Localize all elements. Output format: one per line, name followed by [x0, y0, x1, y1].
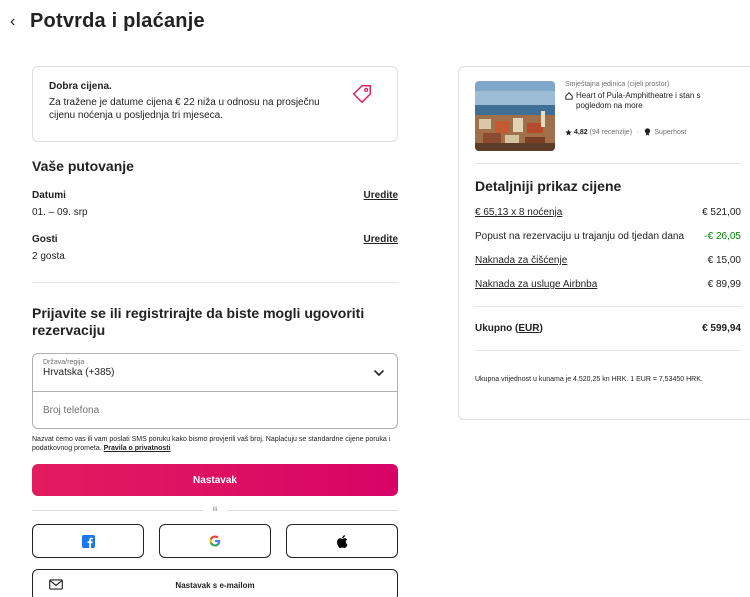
chevron-down-icon [374, 370, 384, 376]
listing-rating: 4,82 [574, 128, 588, 136]
price-row-nights: € 65,13 x 8 noćenja € 521,00 [475, 207, 741, 218]
listing-meta: 4,82 (94 recenzije) · Superhost [565, 128, 735, 136]
country-label: Država/regija [43, 359, 85, 366]
price-row-service: Naknada za usluge Airbnba € 89,99 [475, 279, 741, 290]
discount-label: Popust na rezervaciju u trajanju od tjed… [475, 231, 685, 242]
listing-info: Smještajna jedinica (cijeli prostor) Hea… [565, 81, 735, 151]
listing-photo [475, 81, 555, 151]
apple-icon [337, 534, 348, 548]
price-details-title: Detaljniji prikaz cijene [475, 178, 622, 194]
phone-form: Država/regija Hrvatska (+385) [32, 353, 398, 429]
page-header: ‹ Potvrda i plaćanje [10, 10, 205, 33]
dates-label: Datumi [32, 190, 66, 201]
total-row: Ukupno (EUR) € 599,94 [475, 307, 741, 334]
price-row-discount: Popust na rezervaciju u trajanju od tjed… [475, 231, 741, 242]
price-row-cleaning: Naknada za čišćenje € 15,00 [475, 255, 741, 266]
notice-title: Dobra cijena. [49, 81, 112, 92]
social-login-row [32, 524, 398, 558]
apple-login-button[interactable] [286, 524, 398, 558]
email-login-label: Nastavak s e-mailom [175, 580, 255, 590]
listing-reviews: (94 recenzije) [589, 128, 633, 136]
country-select[interactable]: Država/regija Hrvatska (+385) [33, 354, 397, 392]
total-label-end: ) [539, 323, 543, 334]
page-title: Potvrda i plaćanje [30, 10, 205, 32]
guests-row: Gosti 2 gosta Uredite [32, 234, 398, 262]
service-fee-label[interactable]: Naknada za usluge Airbnba [475, 279, 597, 290]
card-divider-3 [475, 350, 741, 351]
sms-note-text: Nazvat ćemo vas ili vam poslati SMS poru… [32, 436, 391, 452]
nights-price-label[interactable]: € 65,13 x 8 noćenja [475, 207, 562, 218]
cleaning-fee-value: € 15,00 [707, 255, 741, 266]
email-login-button[interactable]: Nastavak s e-mailom [32, 569, 398, 597]
currency-link[interactable]: EUR [518, 323, 539, 334]
total-value: € 599,94 [702, 323, 741, 334]
superhost-label: Superhost [654, 128, 687, 136]
listing-summary: Smještajna jedinica (cijeli prostor) Hea… [475, 81, 741, 151]
sms-note: Nazvat ćemo vas ili vam poslati SMS poru… [32, 435, 398, 453]
total-label: Ukupno (EUR) [475, 323, 543, 334]
google-icon [209, 535, 221, 547]
phone-input[interactable] [33, 392, 397, 428]
google-login-button[interactable] [159, 524, 271, 558]
back-chevron-icon[interactable]: ‹ [10, 13, 30, 31]
price-tag-icon [353, 85, 371, 103]
separator-dot: · [637, 128, 640, 136]
notice-text: Za tražene je datume cijena € 22 niža u … [49, 97, 320, 121]
card-divider-1 [475, 163, 741, 164]
service-fee-value: € 89,99 [707, 279, 741, 290]
listing-name-text: Heart of Pula-Amphitheatre i stan s pogl… [576, 91, 701, 110]
edit-guests-link[interactable]: Uredite [364, 234, 398, 262]
mail-icon [49, 579, 63, 590]
listing-name: Heart of Pula-Amphitheatre i stan s pogl… [565, 91, 735, 111]
total-label-text: Ukupno ( [475, 323, 519, 334]
guests-label: Gosti [32, 234, 58, 245]
good-price-notice: Dobra cijena. Za tražene je datume cijen… [32, 66, 398, 142]
or-line-left [32, 509, 203, 511]
superhost-icon [645, 128, 651, 136]
price-summary-card: Smještajna jedinica (cijeli prostor) Hea… [458, 66, 750, 420]
privacy-policy-link[interactable]: Pravila o privatnosti [104, 445, 171, 452]
or-divider: ili [32, 507, 398, 513]
left-column: Dobra cijena. Za tražene je datume cijen… [32, 66, 398, 597]
house-icon [565, 92, 573, 100]
dates-row: Datumi 01. – 09. srp Uredite [32, 190, 398, 218]
discount-value: -€ 26,05 [704, 231, 741, 242]
edit-dates-link[interactable]: Uredite [364, 190, 398, 218]
price-rows: € 65,13 x 8 noćenja € 521,00 Popust na r… [475, 207, 741, 290]
guests-value: 2 gosta [32, 251, 65, 262]
country-value: Hrvatska (+385) [43, 367, 115, 378]
dates-value: 01. – 09. srp [32, 207, 88, 218]
hrk-conversion-note: Ukupna vrijednost u kunama je 4.520,25 k… [475, 376, 703, 383]
cleaning-fee-label[interactable]: Naknada za čišćenje [475, 255, 567, 266]
nights-price-value: € 521,00 [702, 207, 741, 218]
or-text: ili [213, 507, 217, 513]
listing-type: Smještajna jedinica (cijeli prostor) [565, 81, 670, 88]
facebook-icon [81, 534, 95, 548]
or-line-right [227, 509, 398, 511]
login-title: Prijavite se ili registrirajte da biste … [32, 305, 365, 338]
trip-section-title: Vaše putovanje [32, 158, 134, 174]
facebook-login-button[interactable] [32, 524, 144, 558]
section-divider [32, 282, 398, 283]
star-icon [565, 128, 572, 136]
continue-button[interactable]: Nastavak [32, 464, 398, 496]
